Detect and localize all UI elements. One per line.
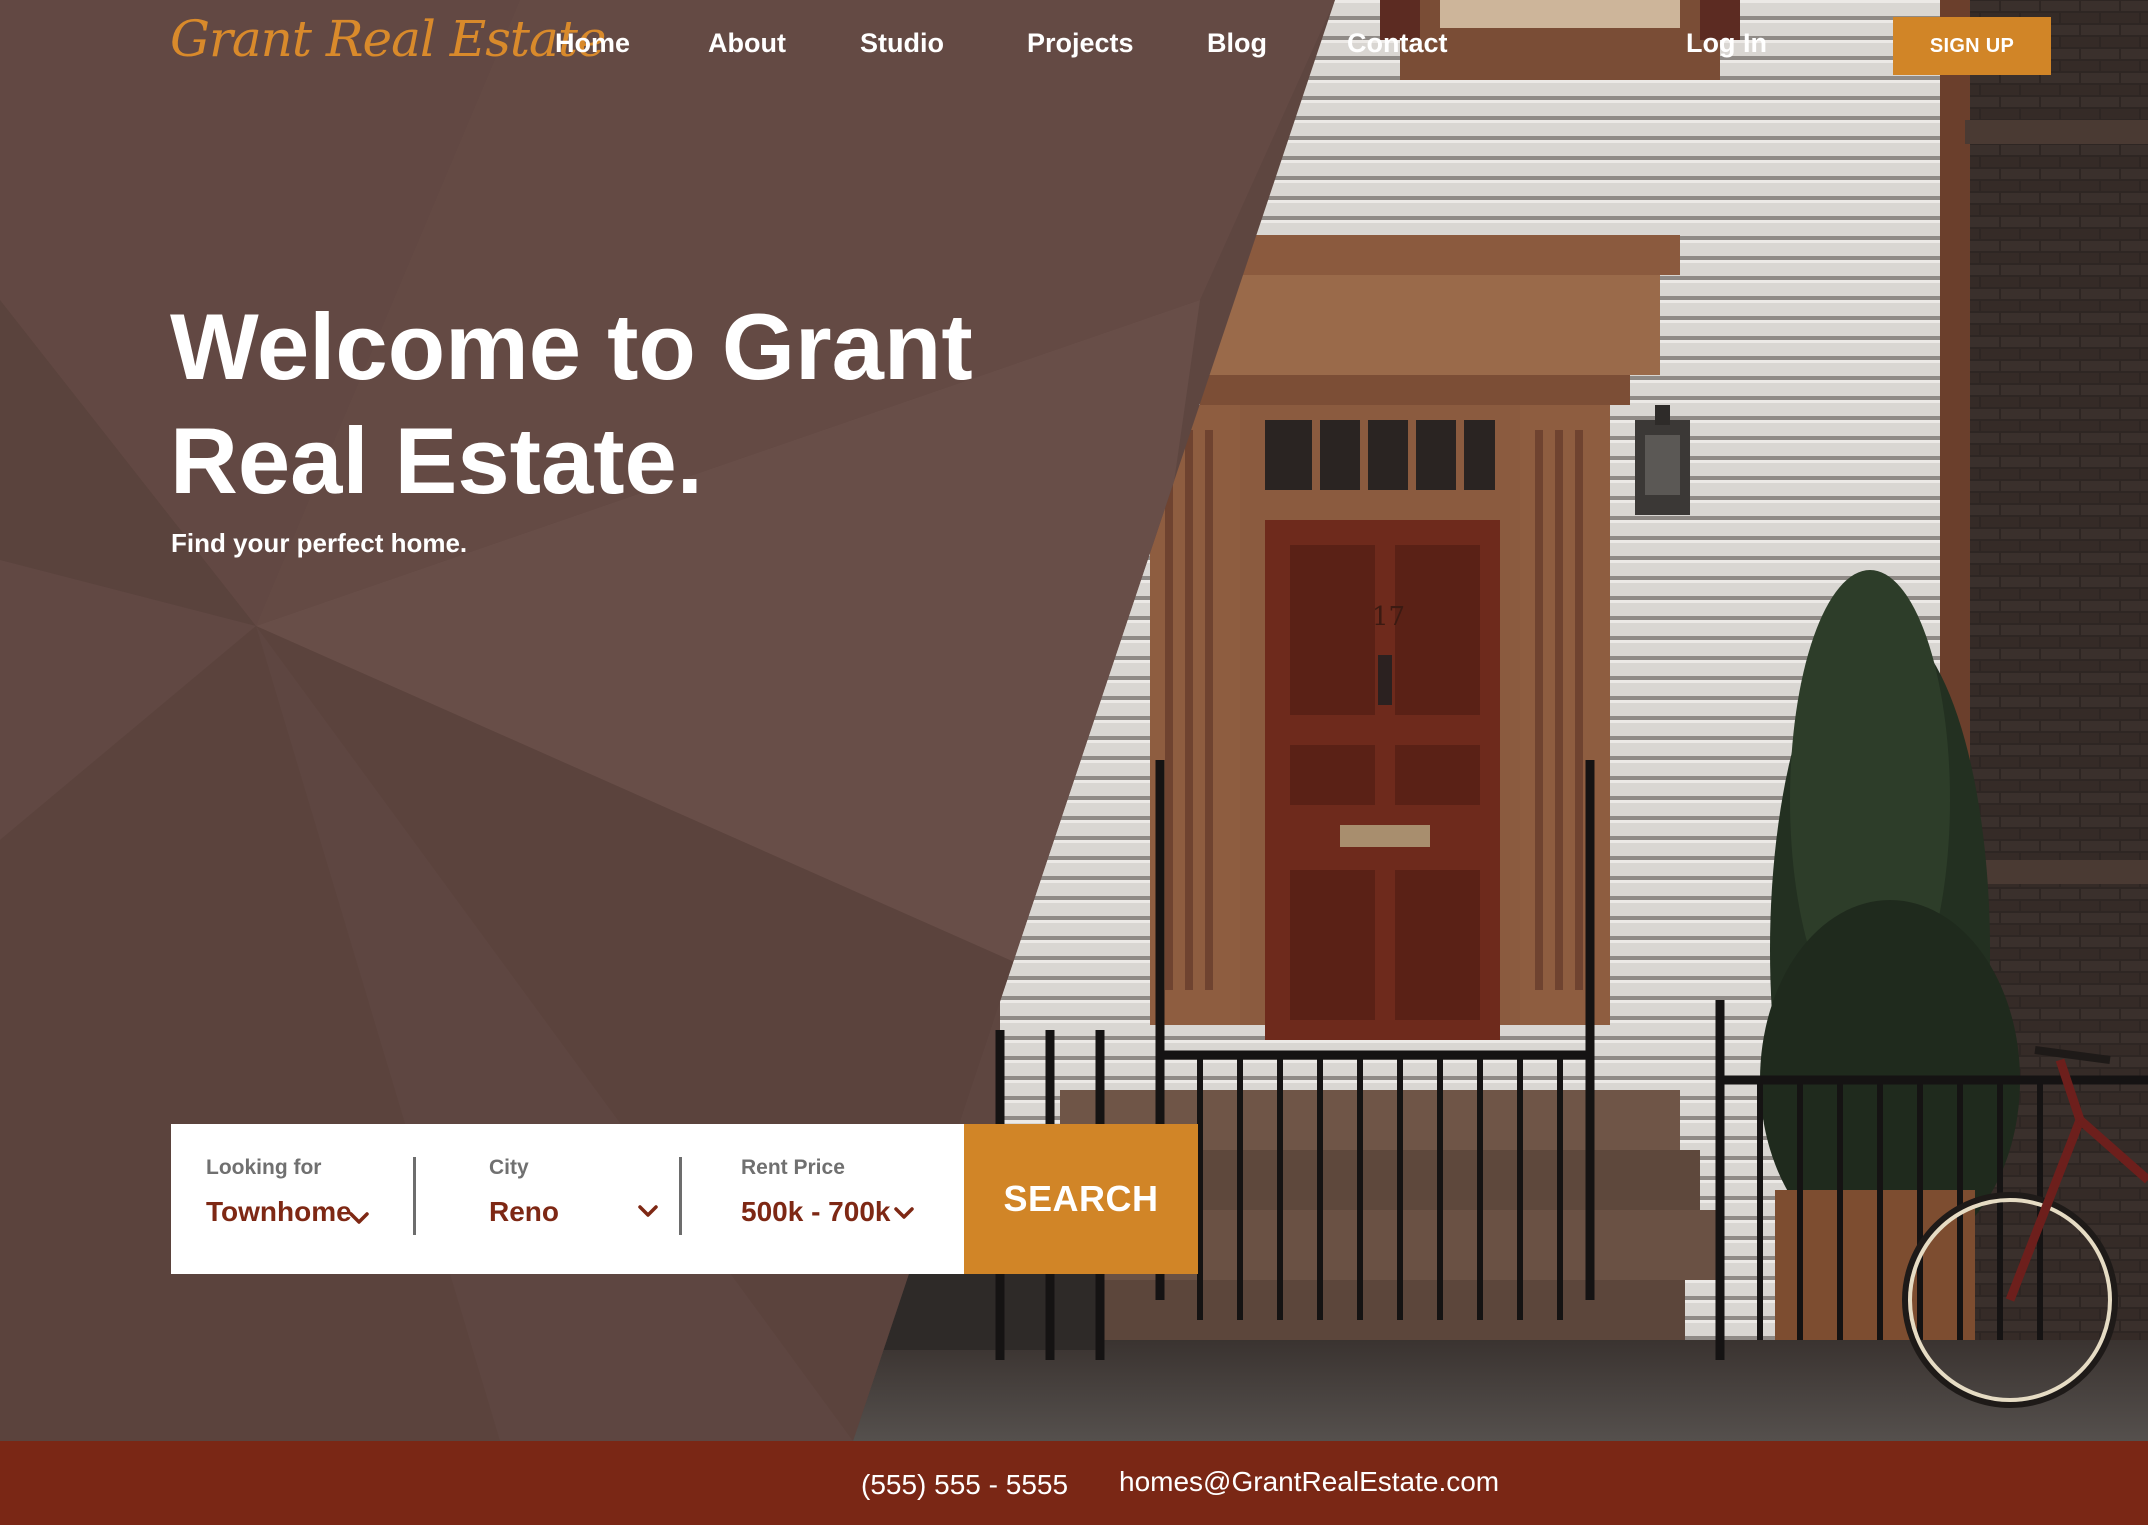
nav-studio[interactable]: Studio (860, 28, 944, 59)
contact-email[interactable]: homes@GrantRealEstate.com (1119, 1466, 1499, 1498)
hero-subtitle: Find your perfect home. (171, 528, 468, 558)
search-button[interactable]: SEARCH (964, 1124, 1198, 1274)
hero-title: Welcome to Grant Real Estate. (170, 294, 973, 513)
rent-price-label: Rent Price (741, 1156, 845, 1179)
rent-price-dropdown[interactable]: Rent Price 500k - 700k (687, 1124, 964, 1274)
chevron-down-icon (349, 1212, 369, 1224)
nav-about[interactable]: About (708, 28, 786, 59)
search-bar: Looking for Townhome City Reno Rent Pric… (171, 1124, 964, 1274)
brand-logo[interactable]: Grant Real Estate (170, 10, 607, 68)
nav-projects[interactable]: Projects (1027, 28, 1134, 59)
nav-contact[interactable]: Contact (1347, 28, 1448, 59)
rent-price-value: 500k - 700k (741, 1196, 891, 1227)
contact-phone[interactable]: (555) 555 - 5555 (861, 1469, 1068, 1501)
chevron-down-icon (638, 1205, 658, 1217)
hero-section: 17 Grant Real Estate Home About Studio P… (0, 0, 2148, 1441)
chevron-down-icon (894, 1207, 914, 1219)
city-value: Reno (489, 1196, 559, 1227)
signup-button[interactable]: SIGN UP (1893, 17, 2051, 75)
looking-for-label: Looking for (206, 1156, 322, 1179)
looking-for-dropdown[interactable]: Looking for Townhome (171, 1124, 411, 1274)
city-label: City (489, 1156, 529, 1179)
search-divider (413, 1157, 416, 1235)
contact-bar: (555) 555 - 5555 homes@GrantRealEstate.c… (0, 1441, 2148, 1525)
nav-blog[interactable]: Blog (1207, 28, 1267, 59)
search-divider (679, 1157, 682, 1235)
city-dropdown[interactable]: City Reno (421, 1124, 681, 1274)
looking-for-value: Townhome (206, 1196, 352, 1227)
nav-home[interactable]: Home (555, 28, 630, 59)
login-link[interactable]: Log In (1686, 28, 1767, 59)
